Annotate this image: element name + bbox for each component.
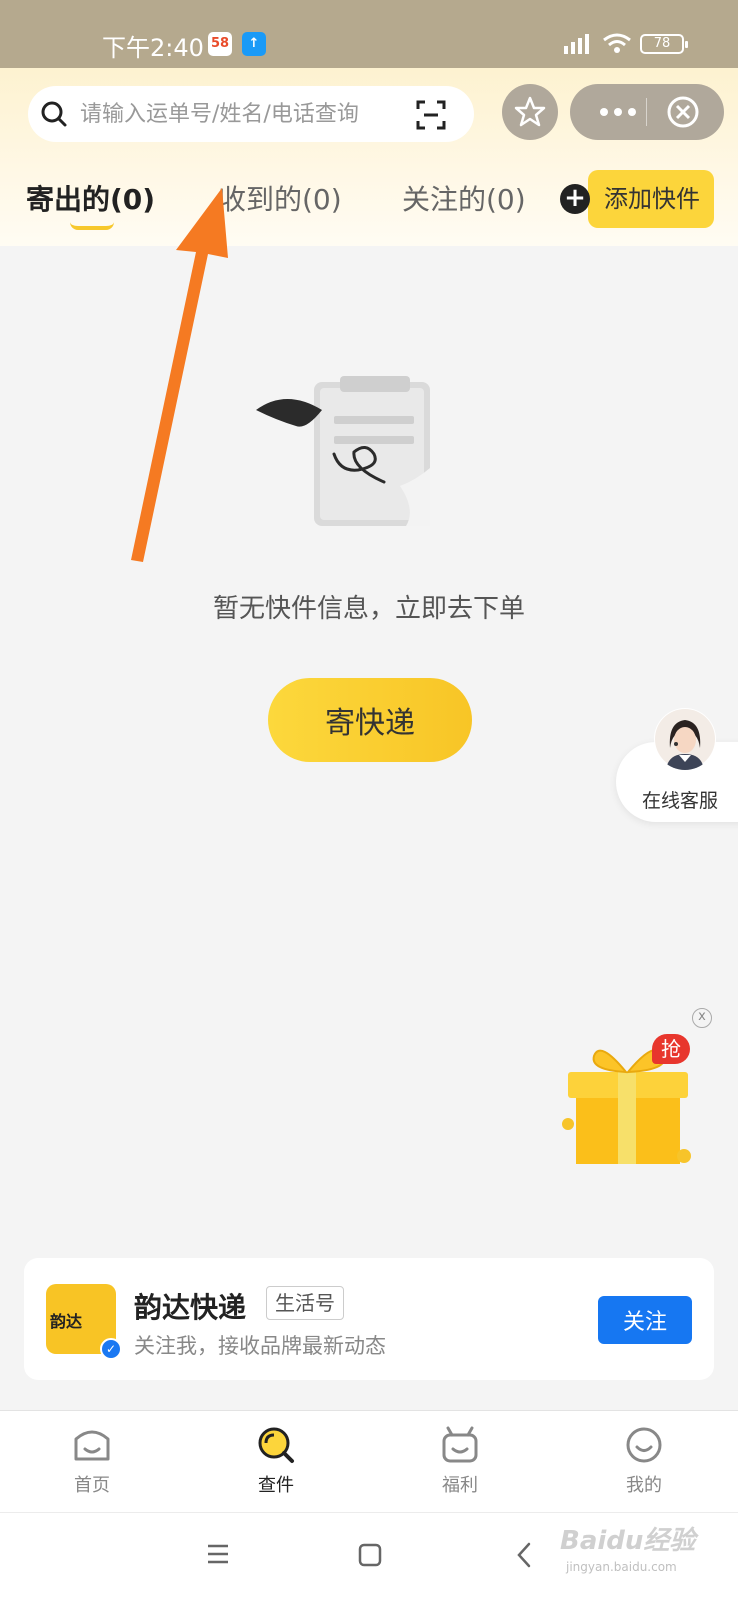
tab-bar: 寄出的(0) 收到的(0) 关注的(0) 添加快件 +: [0, 168, 738, 246]
status-time: 下午2:40: [102, 34, 204, 62]
home-square-icon[interactable]: [358, 1543, 382, 1567]
app-58-icon: 58: [208, 32, 232, 56]
nav-home-label: 首页: [74, 1475, 110, 1496]
wifi-icon: [603, 33, 631, 53]
brand-tag: 生活号: [266, 1286, 344, 1320]
nav-track[interactable]: 查件: [226, 1425, 326, 1497]
search-icon: [41, 101, 67, 127]
brand-logo: 韵达 ✓: [46, 1284, 122, 1360]
watermark: Baidu经验: [560, 1526, 696, 1556]
brand-description: 关注我，接收品牌最新动态: [134, 1334, 386, 1358]
nav-track-label: 查件: [258, 1475, 294, 1496]
close-icon[interactable]: [666, 95, 700, 129]
track-search-icon: [258, 1427, 294, 1463]
plus-icon: +: [560, 184, 590, 214]
welfare-gift-icon: [442, 1426, 478, 1463]
capsule-divider: [646, 98, 647, 126]
add-package-button[interactable]: 添加快件 +: [560, 170, 714, 228]
brand-name: 韵达快递: [134, 1291, 247, 1324]
mini-program-capsule: [570, 84, 724, 140]
page-header: 寄出的(0) 收到的(0) 关注的(0) 添加快件 +: [0, 68, 738, 246]
back-icon[interactable]: [514, 1541, 534, 1569]
empty-message: 暂无快件信息，立即去下单: [212, 594, 525, 624]
nav-mine[interactable]: 我的: [594, 1425, 694, 1497]
menu-icon[interactable]: [206, 1543, 230, 1565]
verified-icon: ✓: [100, 1338, 122, 1360]
gift-grab-badge: 抢: [652, 1034, 690, 1064]
add-package-label: 添加快件: [588, 170, 714, 228]
search-input[interactable]: [80, 96, 420, 132]
signal-icon: [564, 34, 589, 54]
star-icon: [514, 96, 546, 127]
tab-followed[interactable]: 关注的(0): [402, 178, 526, 218]
battery-icon: 78: [640, 34, 688, 54]
empty-clipboard-illustration: [256, 376, 430, 526]
nav-welfare[interactable]: 福利: [410, 1425, 510, 1497]
scan-icon[interactable]: [416, 100, 446, 130]
follow-button[interactable]: 关注: [598, 1296, 692, 1344]
nav-mine-label: 我的: [626, 1475, 662, 1496]
home-face-icon: [74, 1430, 110, 1461]
online-service-label: 在线客服: [642, 790, 719, 812]
gift-close-icon[interactable]: x: [692, 1008, 712, 1028]
search-bar[interactable]: [28, 86, 474, 142]
status-bar: 下午2:40 58 ↑ 78: [0, 0, 738, 68]
watermark-url: jingyan.baidu.com: [566, 1560, 677, 1574]
brand-card: 韵达 ✓ 韵达快递 生活号 关注我，接收品牌最新动态 关注: [24, 1258, 714, 1380]
upload-app-icon: ↑: [242, 32, 266, 56]
active-tab-indicator: [70, 222, 114, 230]
nav-home[interactable]: 首页: [42, 1425, 142, 1497]
favorite-button[interactable]: [502, 84, 558, 140]
online-service-button[interactable]: 在线客服: [616, 708, 738, 822]
brand-logo-text: 韵达: [50, 1312, 83, 1331]
more-icon[interactable]: [588, 100, 648, 124]
send-package-button[interactable]: 寄快递: [268, 678, 472, 762]
profile-smile-icon: [626, 1427, 662, 1463]
tab-sent[interactable]: 寄出的(0): [26, 178, 155, 218]
service-agent-avatar: [654, 708, 716, 770]
nav-welfare-label: 福利: [442, 1475, 478, 1496]
bottom-nav: 首页 查件 福利 我的: [0, 1410, 738, 1512]
tab-received[interactable]: 收到的(0): [218, 178, 342, 218]
